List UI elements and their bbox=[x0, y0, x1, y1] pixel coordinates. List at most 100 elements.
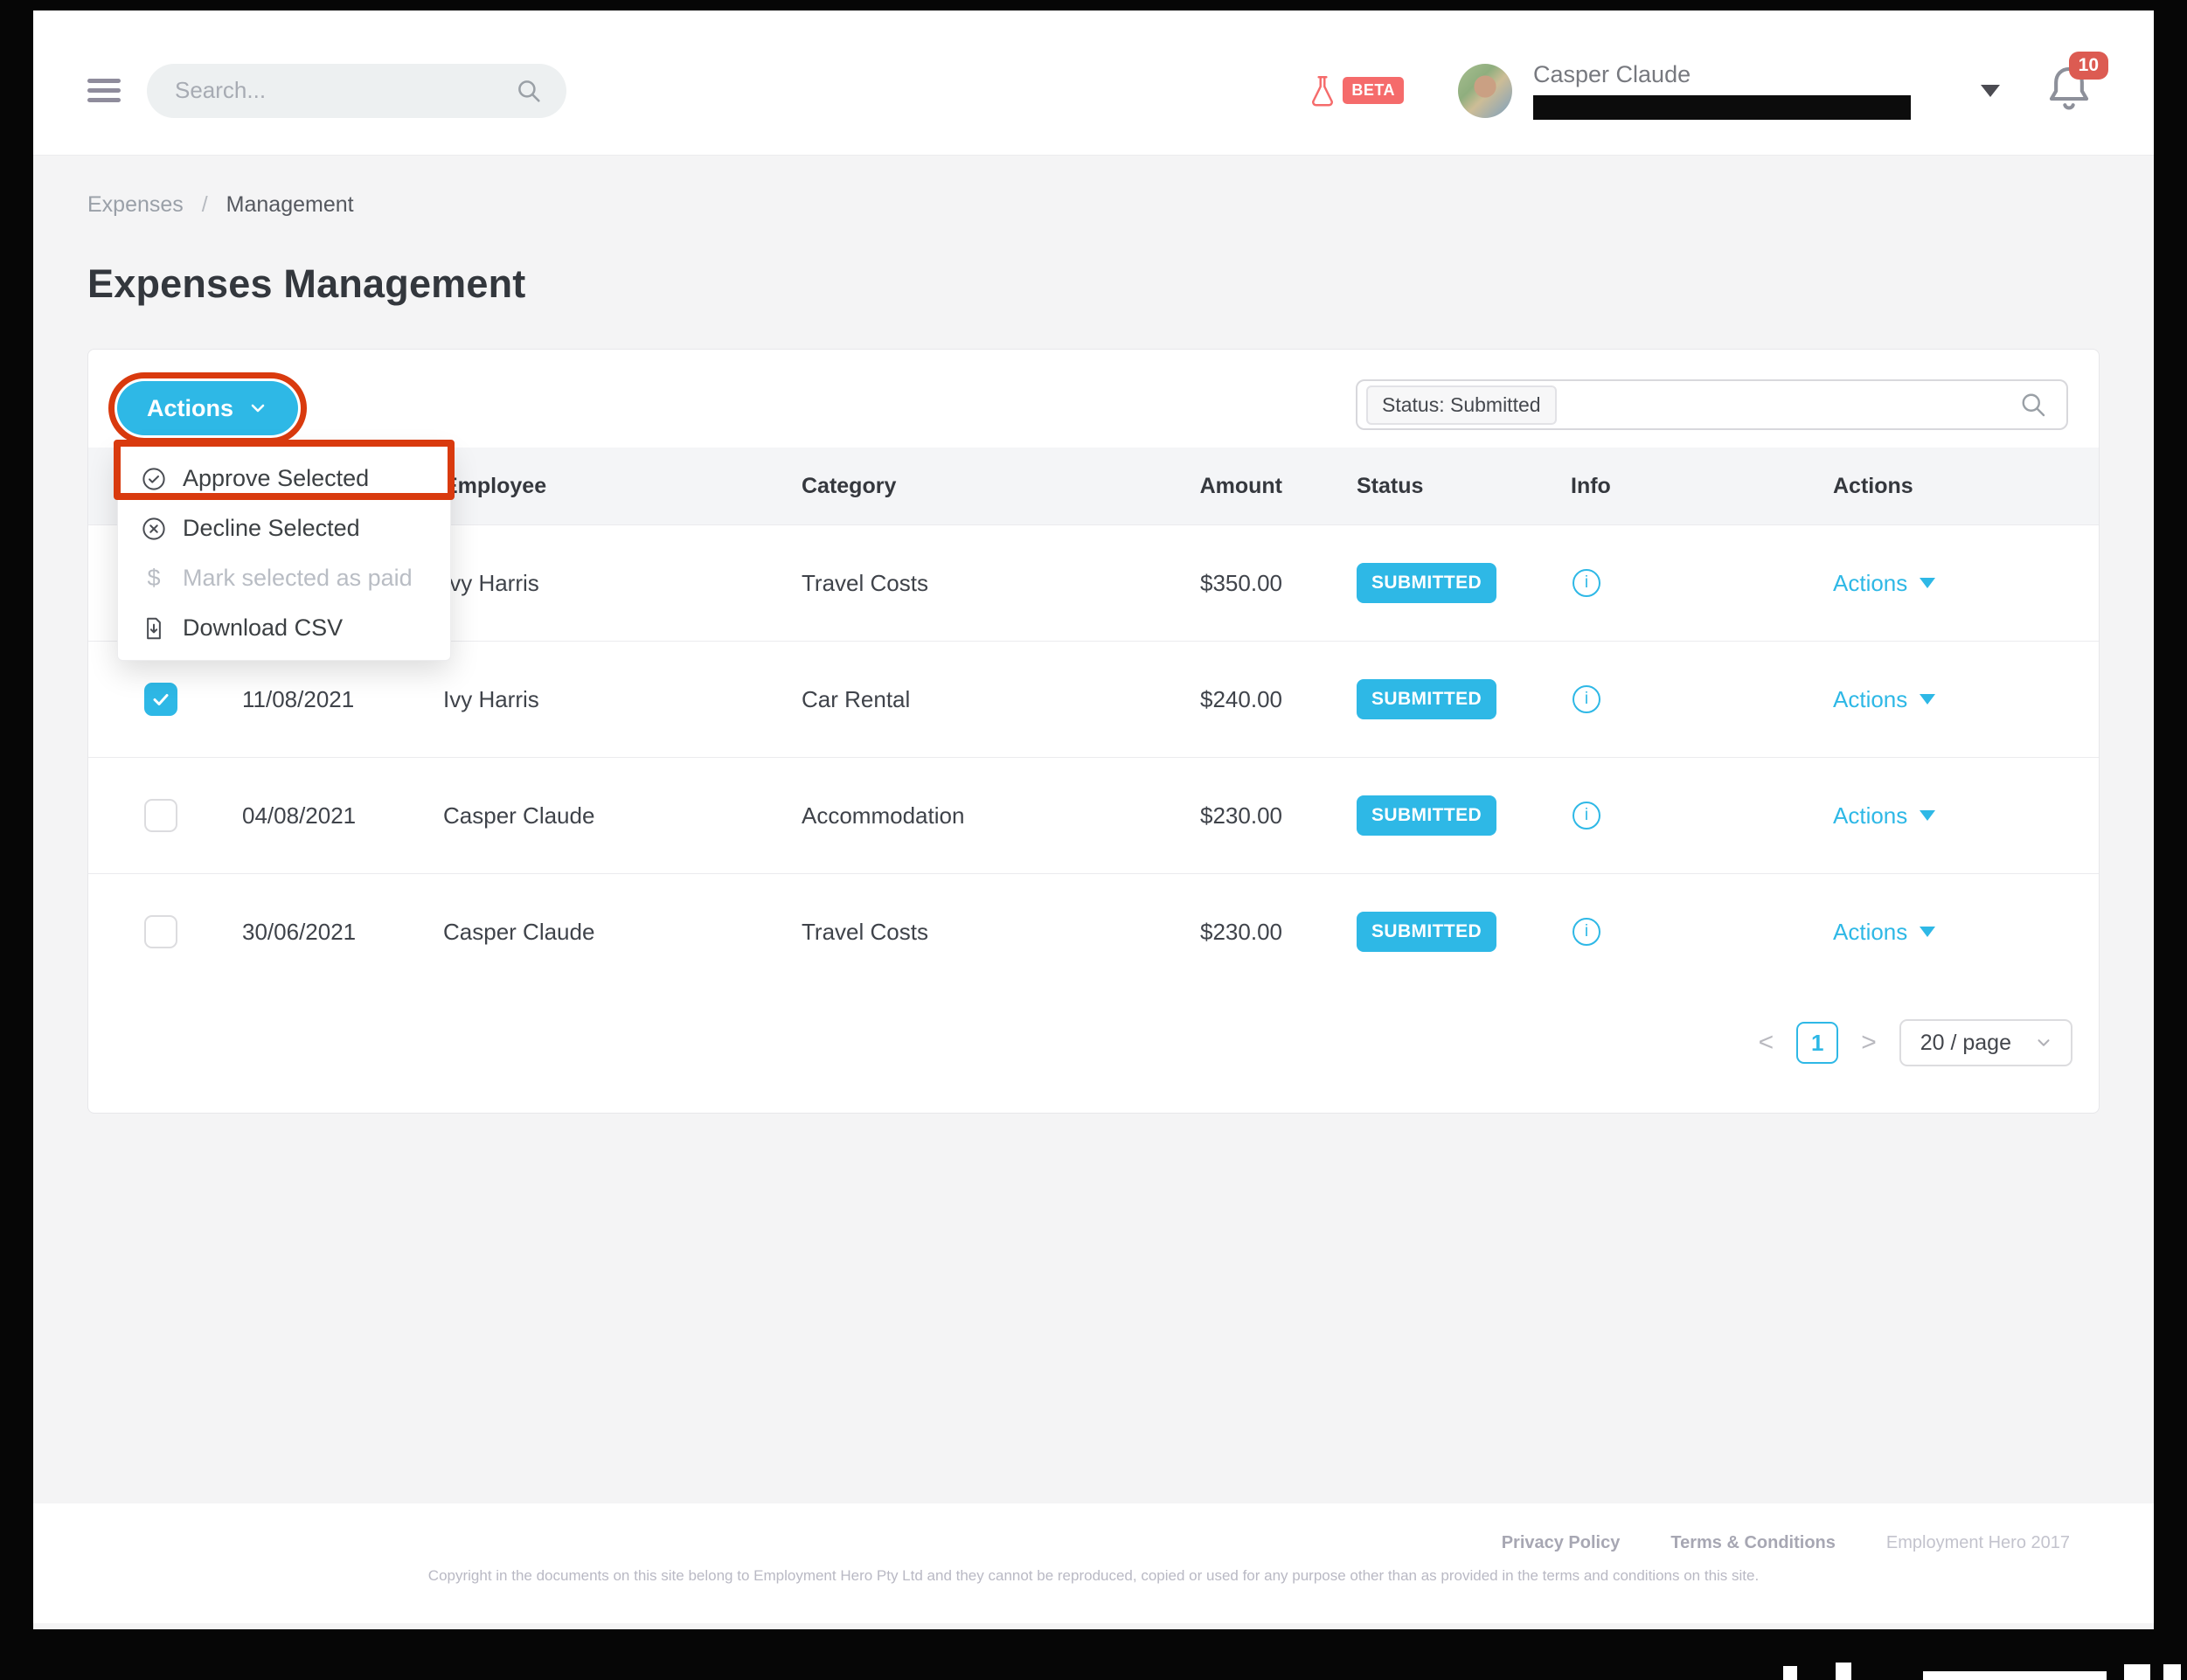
menu-item-label: Decline Selected bbox=[183, 515, 360, 542]
user-avatar[interactable] bbox=[1458, 64, 1512, 118]
page-next-button[interactable]: > bbox=[1861, 1030, 1877, 1056]
redaction-artifact bbox=[1923, 1671, 2107, 1680]
row-actions-dropdown[interactable]: Actions bbox=[1833, 570, 2072, 597]
approve-circle-icon bbox=[141, 466, 167, 492]
cell-employee: Casper Claude bbox=[443, 919, 802, 946]
cell-info: i bbox=[1571, 918, 1833, 946]
footer-text-employment-hero: Employment Hero 2017 bbox=[1886, 1533, 2070, 1553]
flask-icon bbox=[1304, 71, 1341, 111]
row-actions-label: Actions bbox=[1833, 570, 1907, 597]
row-actions-label: Actions bbox=[1833, 686, 1907, 713]
notifications-button[interactable]: 10 bbox=[2040, 60, 2101, 121]
status-filter-input[interactable]: Status: Submitted bbox=[1356, 379, 2068, 430]
header-status: Status bbox=[1282, 474, 1571, 499]
decline-circle-icon bbox=[141, 516, 167, 542]
dollar-icon: $ bbox=[141, 565, 167, 592]
page-size-value: 20 / page bbox=[1920, 1031, 2011, 1056]
row-actions-dropdown[interactable]: Actions bbox=[1833, 802, 2072, 830]
row-actions-dropdown[interactable]: Actions bbox=[1833, 686, 2072, 713]
menu-item-label: Download CSV bbox=[183, 614, 343, 642]
cell-category: Car Rental bbox=[802, 686, 1090, 713]
page-number-button[interactable]: 1 bbox=[1796, 1022, 1838, 1064]
menu-item-download-csv[interactable]: Download CSV bbox=[118, 603, 450, 653]
user-menu-caret-icon[interactable] bbox=[1981, 85, 2000, 97]
global-search[interactable] bbox=[147, 64, 566, 118]
screenshot-frame: BETA Casper Claude 10 Expenses / Managem… bbox=[0, 0, 2187, 1680]
cell-employee: Ivy Harris bbox=[443, 570, 802, 597]
triangle-down-icon bbox=[1920, 927, 1935, 937]
cell-employee: Casper Claude bbox=[443, 802, 802, 830]
bulk-actions-button[interactable]: Actions bbox=[117, 381, 298, 435]
cell-amount: $350.00 bbox=[1090, 570, 1282, 597]
redaction-artifact bbox=[2163, 1664, 2181, 1680]
row-actions-label: Actions bbox=[1833, 802, 1907, 830]
row-checkbox-checked[interactable] bbox=[144, 683, 177, 716]
header-actions: Actions bbox=[1833, 474, 2072, 499]
cell-amount: $240.00 bbox=[1090, 686, 1282, 713]
redaction-artifact bbox=[1836, 1663, 1851, 1680]
pagination: < 1 > 20 / page bbox=[88, 1019, 2072, 1066]
page-size-select[interactable]: 20 / page bbox=[1899, 1019, 2072, 1066]
info-icon[interactable]: i bbox=[1573, 918, 1600, 946]
cell-employee: Ivy Harris bbox=[443, 686, 802, 713]
search-input[interactable] bbox=[175, 77, 514, 104]
footer-link-terms-conditions[interactable]: Terms & Conditions bbox=[1670, 1533, 1836, 1553]
breadcrumb-management: Management bbox=[226, 192, 354, 217]
cell-status: SUBMITTED bbox=[1282, 563, 1571, 603]
info-icon[interactable]: i bbox=[1573, 569, 1600, 597]
menu-item-decline-selected[interactable]: Decline Selected bbox=[118, 503, 450, 553]
cell-amount: $230.00 bbox=[1090, 802, 1282, 830]
hamburger-menu-icon[interactable] bbox=[87, 73, 122, 108]
cell-category: Accommodation bbox=[802, 802, 1090, 830]
cell-status: SUBMITTED bbox=[1282, 679, 1571, 719]
breadcrumb: Expenses / Management bbox=[87, 192, 2154, 218]
redaction-artifact bbox=[2124, 1664, 2150, 1680]
footer: Privacy Policy Terms & Conditions Employ… bbox=[33, 1503, 2154, 1623]
expenses-card: Actions Status: Submitted Employee Categ… bbox=[87, 349, 2100, 1114]
redaction-artifact bbox=[1783, 1666, 1797, 1680]
header-category: Category bbox=[802, 474, 1090, 499]
search-icon bbox=[514, 76, 544, 106]
cell-status: SUBMITTED bbox=[1282, 795, 1571, 836]
triangle-down-icon bbox=[1920, 810, 1935, 821]
cell-category: Travel Costs bbox=[802, 919, 1090, 946]
status-badge: SUBMITTED bbox=[1357, 912, 1496, 952]
user-name: Casper Claude bbox=[1533, 61, 1911, 88]
row-checkbox[interactable] bbox=[144, 915, 177, 948]
card-toolbar: Actions Status: Submitted bbox=[88, 350, 2099, 448]
triangle-down-icon bbox=[1920, 578, 1935, 588]
notification-count-badge: 10 bbox=[2069, 52, 2108, 80]
cell-amount: $230.00 bbox=[1090, 919, 1282, 946]
row-checkbox[interactable] bbox=[144, 799, 177, 832]
table-row: 04/08/2021 Casper Claude Accommodation $… bbox=[88, 757, 2099, 873]
footer-copyright: Copyright in the documents on this site … bbox=[33, 1567, 2154, 1585]
cell-date: 04/08/2021 bbox=[242, 802, 443, 830]
cell-category: Travel Costs bbox=[802, 570, 1090, 597]
cell-date: 30/06/2021 bbox=[242, 919, 443, 946]
row-actions-label: Actions bbox=[1833, 919, 1907, 946]
beta-badge: BETA bbox=[1343, 77, 1404, 104]
cell-date: 11/08/2021 bbox=[242, 686, 443, 713]
cell-info: i bbox=[1571, 685, 1833, 713]
breadcrumb-expenses[interactable]: Expenses bbox=[87, 192, 184, 217]
header-info: Info bbox=[1571, 474, 1833, 499]
redacted-user-detail bbox=[1533, 95, 1911, 120]
status-badge: SUBMITTED bbox=[1357, 563, 1496, 603]
top-bar: BETA Casper Claude 10 bbox=[33, 10, 2154, 156]
row-actions-dropdown[interactable]: Actions bbox=[1833, 919, 2072, 946]
breadcrumb-separator: / bbox=[202, 192, 208, 217]
cell-info: i bbox=[1571, 569, 1833, 597]
page-prev-button[interactable]: < bbox=[1759, 1030, 1774, 1056]
footer-link-privacy-policy[interactable]: Privacy Policy bbox=[1502, 1533, 1621, 1553]
user-info[interactable]: Casper Claude bbox=[1533, 61, 1911, 120]
menu-item-mark-paid: $ Mark selected as paid bbox=[118, 553, 450, 603]
info-icon[interactable]: i bbox=[1573, 685, 1600, 713]
menu-item-approve-selected[interactable]: Approve Selected bbox=[118, 454, 450, 503]
filter-search-icon bbox=[2017, 389, 2049, 420]
status-filter-chip[interactable]: Status: Submitted bbox=[1366, 385, 1557, 425]
info-icon[interactable]: i bbox=[1573, 802, 1600, 830]
table-row: 30/06/2021 Casper Claude Travel Costs $2… bbox=[88, 873, 2099, 989]
cell-status: SUBMITTED bbox=[1282, 912, 1571, 952]
download-csv-icon bbox=[141, 615, 167, 642]
chevron-down-icon bbox=[247, 398, 268, 419]
